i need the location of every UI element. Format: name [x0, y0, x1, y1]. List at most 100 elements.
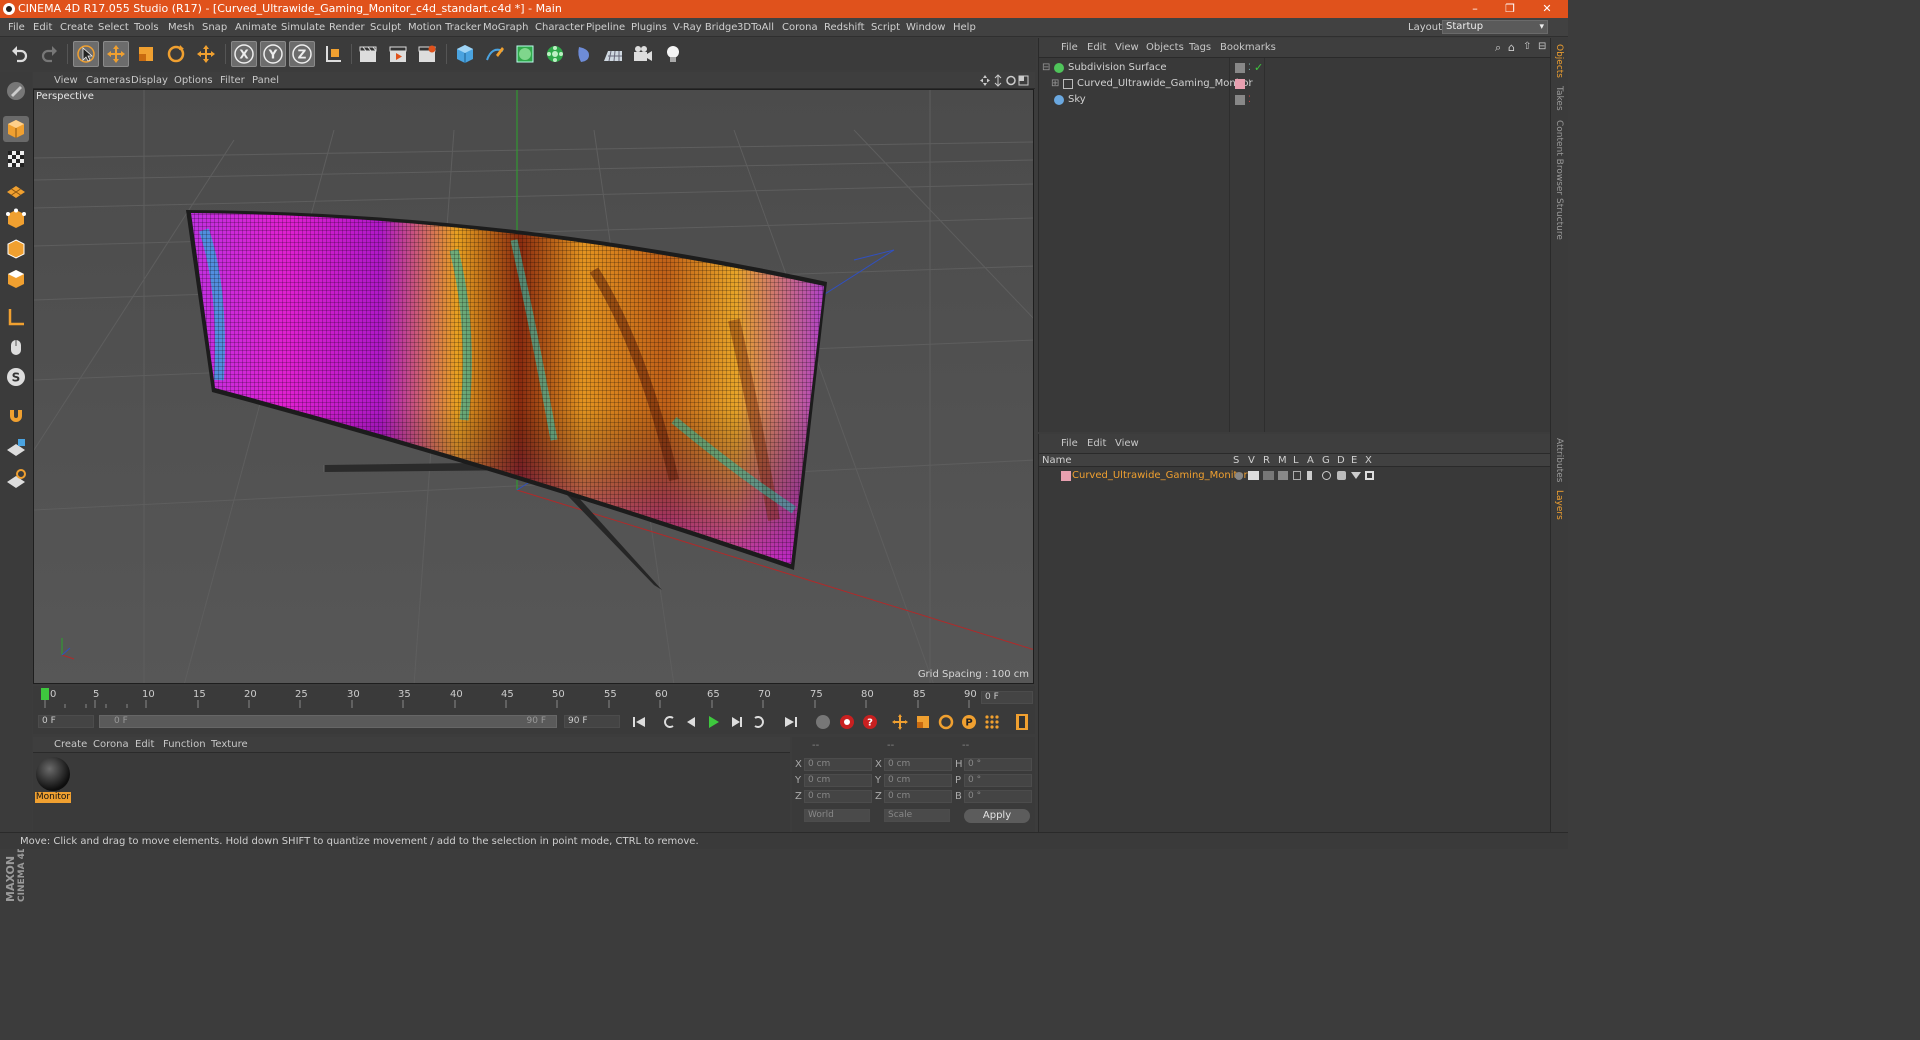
layer-tag-icon[interactable] [1235, 63, 1245, 73]
expression-toggle-icon[interactable] [1351, 472, 1361, 479]
object-row-sky[interactable]: Sky ⁚ [1039, 92, 1551, 108]
viewport-menu-panel[interactable]: Panel [252, 72, 279, 89]
size-mode-dropdown[interactable]: Scale [884, 809, 950, 822]
start-frame-field[interactable]: 0 F [38, 715, 94, 728]
rotation-h-field[interactable]: 0 ° [964, 758, 1032, 771]
layer-col-expressions[interactable]: E [1351, 454, 1357, 467]
menu-animate[interactable]: Animate [235, 18, 277, 37]
prev-key-button[interactable] [659, 712, 679, 732]
enabled-check-icon[interactable]: ✓ [1254, 60, 1263, 76]
menu-tools[interactable]: Tools [134, 18, 159, 37]
minimize-button[interactable]: – [1460, 0, 1490, 18]
point-mode-button[interactable] [3, 206, 29, 232]
workplane-mode-button[interactable] [3, 176, 29, 202]
y-axis-lock-button[interactable]: Y [260, 41, 286, 67]
layer-col-manager[interactable]: M [1278, 454, 1287, 467]
render-clapper-icon[interactable] [1263, 471, 1274, 480]
position-x-field[interactable]: 0 cm [804, 758, 872, 771]
key-rotation-button[interactable] [936, 712, 956, 732]
layer-col-solo[interactable]: S [1233, 454, 1239, 467]
object-row-subdivision-surface[interactable]: ⊟ Subdivision Surface ⁚ ✓ [1039, 60, 1551, 76]
menu-window[interactable]: Window [906, 18, 945, 37]
menu-help[interactable]: Help [953, 18, 976, 37]
material-swatch-monitor[interactable]: Monitor [35, 757, 71, 803]
autokey-button[interactable] [837, 712, 857, 732]
add-cube-button[interactable] [452, 41, 478, 67]
collapse-toggle-icon[interactable]: ⊟ [1042, 60, 1050, 76]
tab-objects[interactable]: Objects [1554, 44, 1564, 78]
menu-vray-bridge[interactable]: V-Ray Bridge [673, 18, 737, 37]
perspective-viewport[interactable]: Perspective Grid Spacing: 100 cm [33, 89, 1034, 684]
layer-menu-file[interactable]: File [1061, 434, 1078, 454]
frame-range-slider[interactable]: 0 F 90 F [99, 715, 557, 728]
end-frame-field[interactable]: 90 F [564, 715, 620, 728]
viewport-menu-cameras[interactable]: Cameras [86, 72, 130, 89]
visibility-dots-icon[interactable]: ⁚ [1248, 92, 1251, 108]
key-parameter-button[interactable]: P [959, 712, 979, 732]
menu-pipeline[interactable]: Pipeline [586, 18, 625, 37]
material-menu-create[interactable]: Create [54, 737, 87, 753]
rotation-b-field[interactable]: 0 ° [964, 790, 1032, 803]
redo-button[interactable] [36, 41, 62, 67]
up-arrow-icon[interactable]: ⇧ [1523, 41, 1531, 52]
size-x-field[interactable]: 0 cm [884, 758, 952, 771]
x-axis-lock-button[interactable]: X [231, 41, 257, 67]
tab-attributes[interactable]: Attributes [1554, 438, 1564, 482]
material-menu-edit[interactable]: Edit [135, 737, 154, 753]
restore-button[interactable]: ❐ [1495, 0, 1525, 18]
goto-end-button[interactable] [781, 712, 801, 732]
menu-simulate[interactable]: Simulate [281, 18, 325, 37]
menu-snap[interactable]: Snap [202, 18, 227, 37]
magnet-tool-button[interactable] [3, 402, 29, 428]
make-editable-button[interactable] [3, 78, 29, 104]
panel-expand-icon[interactable]: ⊟ [1538, 41, 1546, 52]
menu-sculpt[interactable]: Sculpt [370, 18, 401, 37]
live-selection-tool[interactable] [73, 41, 99, 67]
timeline-window-button[interactable] [1012, 712, 1032, 732]
key-position-button[interactable] [890, 712, 910, 732]
key-scale-button[interactable] [913, 712, 933, 732]
texture-mode-button[interactable] [3, 146, 29, 172]
layer-col-xref[interactable]: X [1365, 454, 1372, 467]
material-menu-corona[interactable]: Corona [93, 737, 129, 753]
layer-col-render[interactable]: R [1263, 454, 1270, 467]
object-menu-edit[interactable]: Edit [1087, 38, 1106, 58]
key-pla-button[interactable] [982, 712, 1002, 732]
add-mograph-button[interactable] [542, 41, 568, 67]
lock-icon[interactable] [1293, 471, 1301, 480]
menu-edit[interactable]: Edit [33, 18, 52, 37]
object-menu-bookmarks[interactable]: Bookmarks [1220, 38, 1276, 58]
next-frame-button[interactable] [726, 712, 746, 732]
model-mode-button[interactable] [3, 116, 29, 142]
layer-col-deformers[interactable]: D [1337, 454, 1345, 467]
layer-col-locked[interactable]: L [1293, 454, 1299, 467]
record-active-button[interactable] [813, 712, 833, 732]
current-frame-field[interactable]: 0 F [981, 691, 1033, 704]
viewport-menu-view[interactable]: View [54, 72, 78, 89]
menu-mesh[interactable]: Mesh [168, 18, 194, 37]
viewport-menu-filter[interactable]: Filter [220, 72, 245, 89]
eye-visibility-icon[interactable] [1248, 471, 1259, 480]
scale-tool[interactable] [133, 41, 159, 67]
add-deformer-button[interactable] [571, 41, 597, 67]
goto-start-button[interactable] [629, 712, 649, 732]
layer-col-animation[interactable]: A [1307, 454, 1314, 467]
close-button[interactable]: ✕ [1532, 0, 1562, 18]
xref-toggle-icon[interactable] [1365, 471, 1374, 480]
coord-mode-dropdown[interactable]: World [804, 809, 870, 822]
deformer-toggle-icon[interactable] [1337, 471, 1346, 480]
coordinate-system-button[interactable] [320, 41, 346, 67]
add-subdivision-button[interactable] [512, 41, 538, 67]
layer-row-monitor[interactable]: Curved_Ultrawide_Gaming_Monitor [1039, 468, 1551, 484]
apply-button[interactable]: Apply [964, 809, 1030, 823]
home-icon[interactable]: ⌂ [1508, 41, 1515, 54]
next-key-button[interactable] [749, 712, 769, 732]
menu-plugins[interactable]: Plugins [631, 18, 667, 37]
menu-motion-tracker[interactable]: Motion Tracker [408, 18, 481, 37]
object-menu-objects[interactable]: Objects [1146, 38, 1184, 58]
menu-file[interactable]: File [8, 18, 25, 37]
viewport-menu-options[interactable]: Options [174, 72, 213, 89]
menu-character[interactable]: Character [535, 18, 584, 37]
add-light-button[interactable] [660, 41, 686, 67]
undo-button[interactable] [7, 41, 33, 67]
